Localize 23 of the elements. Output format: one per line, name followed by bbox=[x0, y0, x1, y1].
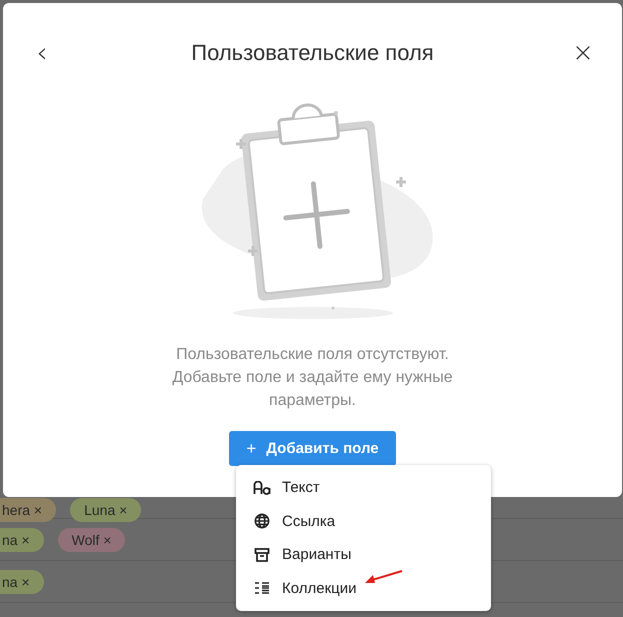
tag: hera × bbox=[0, 498, 56, 522]
tag: Wolf × bbox=[58, 528, 126, 552]
close-button[interactable]: × bbox=[568, 40, 598, 66]
empty-message: Пользовательские поля отсутствуют. Добавьте поле и задайте ему нужные параметры. bbox=[171, 345, 454, 411]
back-button[interactable]: ‹ bbox=[27, 39, 57, 67]
annotation-arrow bbox=[364, 569, 404, 585]
dialog-title: Пользовательские поля bbox=[191, 40, 434, 66]
menu-item[interactable]: Текст bbox=[236, 471, 491, 504]
add-field-button[interactable]: + Добавить поле bbox=[229, 431, 396, 466]
remove-tag-button[interactable]: × bbox=[21, 574, 30, 590]
tag: Luna × bbox=[70, 498, 142, 522]
archive-box-icon bbox=[253, 546, 271, 563]
remove-tag-button[interactable]: × bbox=[34, 502, 42, 518]
menu-item[interactable]: Коллекции bbox=[236, 572, 491, 605]
tag: na × bbox=[0, 528, 44, 552]
remove-tag-button[interactable]: × bbox=[119, 502, 128, 518]
menu-item[interactable]: Ссылка bbox=[236, 504, 491, 538]
globe-icon bbox=[253, 513, 271, 530]
list-icon bbox=[253, 581, 271, 596]
text-format-icon bbox=[253, 480, 271, 495]
tag: na × bbox=[0, 570, 44, 594]
remove-tag-button[interactable]: × bbox=[21, 532, 30, 548]
menu-item[interactable]: Варианты bbox=[236, 538, 491, 572]
